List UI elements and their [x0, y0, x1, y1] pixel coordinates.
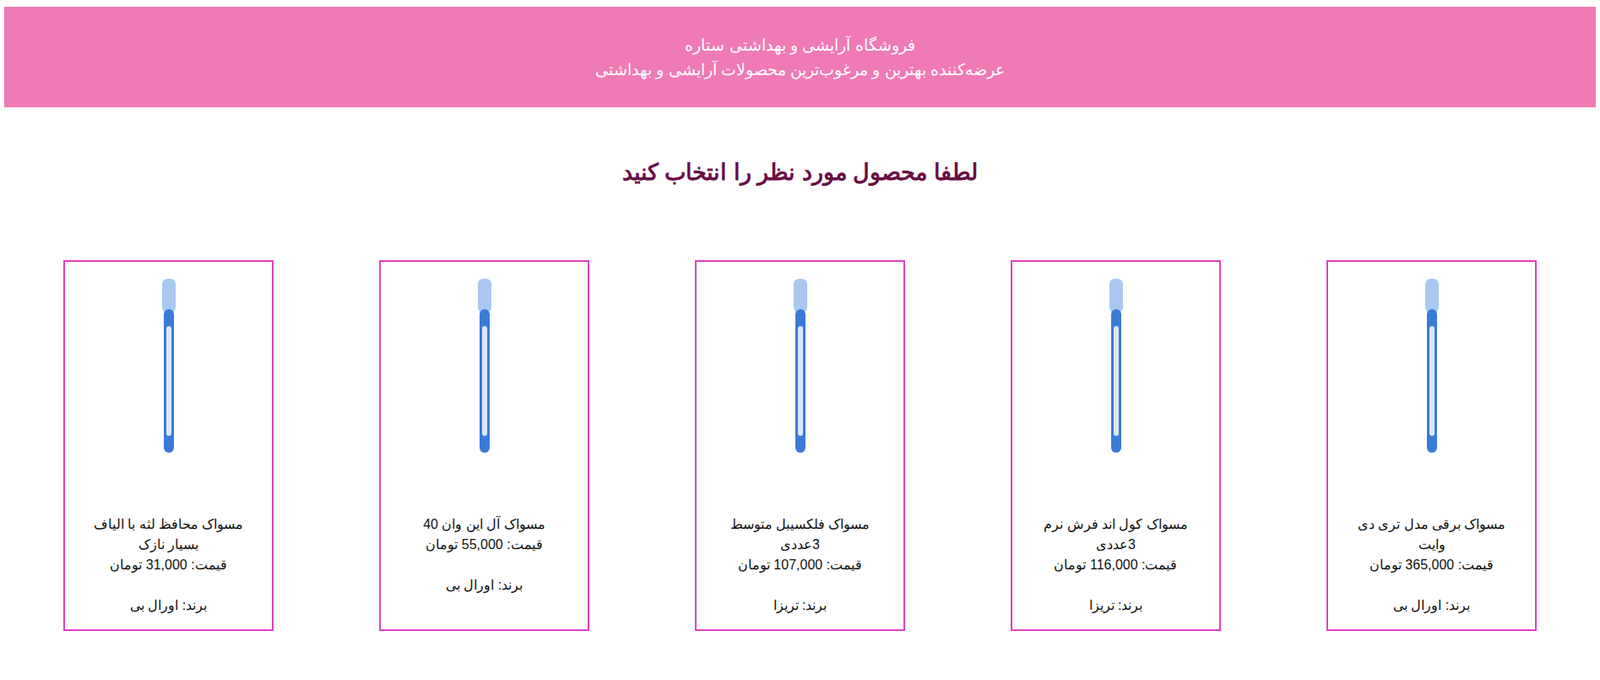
- product-card[interactable]: مسواک محافظ لثه با الیاف بسیار نازکقیمت:…: [63, 260, 274, 631]
- product-card[interactable]: مسواک برقی مدل تری دی وایتقیمت: 365,000 …: [1326, 260, 1537, 631]
- toothbrush-icon: [1406, 275, 1458, 462]
- product-brand: برند: تریزا: [1030, 595, 1201, 616]
- product-brand: برند: اورال بی: [1346, 595, 1517, 616]
- product-price: قیمت: 31,000 تومان: [83, 554, 254, 575]
- toothbrush-icon: [1090, 275, 1142, 462]
- product-image: [699, 265, 901, 472]
- product-image: [68, 265, 269, 472]
- product-price: قیمت: 55,000 تومان: [423, 534, 546, 555]
- product-price: قیمت: 365,000 تومان: [1346, 554, 1517, 575]
- page-heading: لطفا محصول مورد نظر را انتخاب کنید: [0, 155, 1600, 190]
- product-brand: برند: اورال بی: [83, 595, 254, 616]
- toothbrush-icon: [775, 275, 826, 462]
- product-name: مسواک فلکسیبل متوسط 3عددی: [715, 514, 885, 555]
- product-card[interactable]: مسواک فلکسیبل متوسط 3عددیقیمت: 107,000 ت…: [694, 260, 906, 631]
- product-info: مسواک محافظ لثه با الیاف بسیار نازکقیمت:…: [68, 514, 269, 616]
- product-name: مسواک محافظ لثه با الیاف بسیار نازک: [83, 514, 254, 555]
- store-subtitle: عرضه‌کننده بهترین و مرغوب‌ترین محصولات آ…: [595, 57, 1005, 82]
- product-image: [1015, 265, 1216, 472]
- product-brand: برند: تریزا: [715, 595, 885, 616]
- page: فروشگاه آرایشی و بهداشتی ستارهعرضه‌کننده…: [0, 0, 1600, 680]
- product-card[interactable]: مسواک آل این وان 40قیمت: 55,000 تومان برن…: [379, 260, 590, 631]
- product-name: مسواک کول اند فرش نرم 3عددی: [1030, 514, 1201, 555]
- toothbrush-icon: [143, 275, 195, 462]
- product-name: مسواک برقی مدل تری دی وایت: [1346, 514, 1517, 555]
- toothbrush-icon: [459, 275, 510, 462]
- product-list: مسواک برقی مدل تری دی وایتقیمت: 365,000 …: [0, 260, 1600, 631]
- product-info: مسواک برقی مدل تری دی وایتقیمت: 365,000 …: [1331, 514, 1532, 616]
- product-price: قیمت: 116,000 تومان: [1030, 554, 1201, 575]
- product-info: مسواک کول اند فرش نرم 3عددیقیمت: 116,000…: [1015, 514, 1216, 616]
- product-info: مسواک آل این وان 40قیمت: 55,000 تومان برن…: [407, 514, 561, 596]
- store-title: فروشگاه آرایشی و بهداشتی ستاره: [684, 32, 915, 58]
- product-info: مسواک فلکسیبل متوسط 3عددیقیمت: 107,000 ت…: [699, 514, 901, 616]
- product-image: [1331, 265, 1532, 472]
- product-brand: برند: اورال بی: [423, 574, 546, 596]
- product-price: قیمت: 107,000 تومان: [715, 554, 885, 575]
- product-image: [384, 265, 585, 472]
- header: فروشگاه آرایشی و بهداشتی ستارهعرضه‌کننده…: [4, 6, 1596, 108]
- product-name: مسواک آل این وان 40: [423, 514, 546, 535]
- product-card[interactable]: مسواک کول اند فرش نرم 3عددیقیمت: 116,000…: [1010, 260, 1221, 631]
